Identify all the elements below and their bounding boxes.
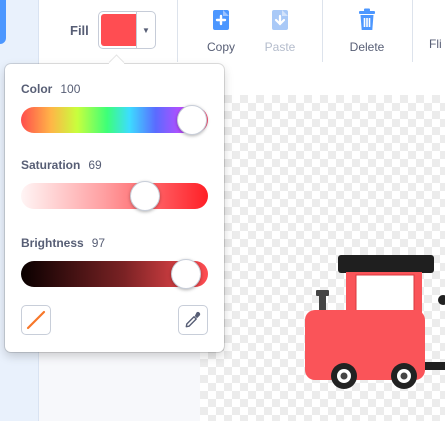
fill-label: Fill [70,23,89,38]
toolbar-divider [412,0,413,62]
color-label: Color [21,82,53,96]
saturation-label: Saturation [21,158,81,172]
copy-icon [213,10,229,30]
active-tab-indicator[interactable] [0,0,6,44]
paste-label: Paste [264,40,296,54]
color-slider-handle[interactable] [177,105,207,135]
chevron-down-icon: ▼ [136,12,155,48]
color-value: 100 [60,82,81,96]
color-picker-popover: Color 100 Saturation 69 Brightness 97 [5,55,224,352]
brightness-label: Brightness [21,236,84,250]
flip-label: Fli [429,37,442,51]
paste-icon [272,10,288,30]
saturation-value: 69 [88,158,102,172]
brightness-slider-label: Brightness 97 [21,236,105,250]
toolbar-divider [177,0,178,62]
no-fill-button[interactable] [21,305,51,335]
delete-button[interactable]: Delete [342,8,392,54]
saturation-slider-label: Saturation 69 [21,158,102,172]
fill-color-swatch [101,14,137,46]
saturation-slider[interactable] [21,183,208,209]
no-fill-icon [26,310,46,330]
fill-color-dropdown[interactable]: ▼ [98,11,156,49]
copy-label: Copy [206,40,235,54]
delete-icon [359,8,375,30]
copy-button[interactable]: Copy [203,8,239,54]
eyedropper-button[interactable] [178,305,208,335]
brightness-value: 97 [91,236,106,250]
toolbar-divider [322,0,323,62]
color-slider-label: Color 100 [21,82,80,96]
delete-label: Delete [349,40,385,54]
brightness-slider-handle[interactable] [171,259,201,289]
train-costume[interactable] [300,250,445,395]
paint-toolbar: Fill ▼ Copy Paste Delete Fli [39,0,445,68]
paste-button[interactable]: Paste [260,8,300,54]
saturation-slider-handle[interactable] [130,181,160,211]
eyedropper-icon [185,311,201,328]
flip-button[interactable]: Fli [429,8,445,51]
